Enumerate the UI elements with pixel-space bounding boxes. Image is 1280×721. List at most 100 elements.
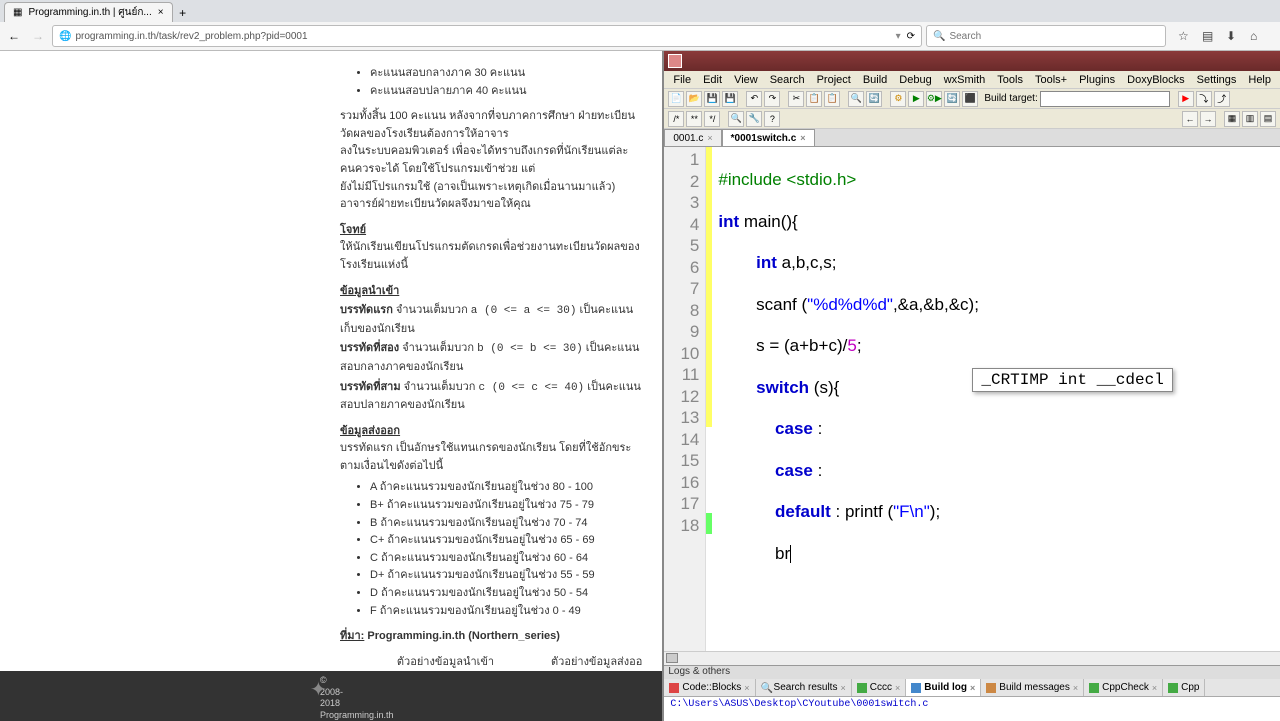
toolbar-right: ☆ ▤ ⬇ ⌂ (1170, 29, 1274, 43)
menu-debug[interactable]: Debug (894, 73, 936, 87)
editor-tab-0001[interactable]: 0001.c× (664, 129, 721, 146)
cut-icon[interactable]: ✂ (788, 91, 804, 107)
browser-chrome: ▦ Programming.in.th | ศูนย์ก... × + ← → … (0, 0, 1280, 51)
menu-settings[interactable]: Settings (1192, 73, 1242, 87)
menu-build[interactable]: Build (858, 73, 892, 87)
search-input[interactable] (949, 31, 1159, 42)
copy-icon[interactable]: 📋 (806, 91, 822, 107)
comment3-icon[interactable]: */ (704, 111, 720, 127)
redo-icon[interactable]: ↷ (764, 91, 780, 107)
close-icon[interactable]: × (800, 133, 805, 143)
toolbar-2: /* ** */ 🔍 🔧 ? ← → ▦ ▥ ▤ (664, 109, 1280, 129)
undo-icon[interactable]: ↶ (746, 91, 762, 107)
log-tab-search[interactable]: 🔍Search results× (756, 679, 852, 696)
page-content: คะแนนสอบกลางภาค 30 คะแนน คะแนนสอบปลายภาค… (0, 51, 662, 721)
paragraph: ลงในระบบคอมพิวเตอร์ เพื่อจะได้ทราบถึงเกร… (340, 143, 642, 178)
dropdown-icon[interactable]: ▾ (896, 31, 901, 42)
save-all-icon[interactable]: 💾 (722, 91, 738, 107)
back-button[interactable]: ← (4, 26, 24, 46)
abort-icon[interactable]: ⬛ (962, 91, 978, 107)
menu-tools[interactable]: Tools (992, 73, 1028, 87)
input-spec: บรรทัดที่สาม จำนวนเต็มบวก c (0 <= c <= 4… (340, 379, 642, 415)
search-bar[interactable]: 🔍 (926, 25, 1166, 47)
open-icon[interactable]: 📂 (686, 91, 702, 107)
logs-header[interactable]: Logs & others (664, 665, 1280, 679)
example-output-heading: ตัวอย่างข้อมูลส่งออ (551, 654, 642, 672)
find-icon[interactable]: 🔍 (848, 91, 864, 107)
menu-doxyblocks[interactable]: DoxyBlocks (1122, 73, 1189, 87)
footer-logo: ✦ (310, 677, 327, 703)
grade-list: A ถ้าคะแนนรวมของนักเรียนอยู่ในช่วง 80 - … (340, 479, 642, 620)
home-icon[interactable]: ⌂ (1250, 29, 1266, 43)
build-log-output: C:\Users\ASUS\Desktop\CYoutube\0001switc… (664, 697, 1280, 721)
browser-tab[interactable]: ▦ Programming.in.th | ศูนย์ก... × (4, 2, 173, 22)
input-spec: บรรทัดที่สอง จำนวนเต็มบวก b (0 <= b <= 3… (340, 340, 642, 376)
example-input-heading: ตัวอย่างข้อมูลนำเข้า (340, 654, 551, 672)
build-icon[interactable]: ⚙ (890, 91, 906, 107)
menu-toolsplus[interactable]: Tools+ (1030, 73, 1072, 87)
grade-item: C ถ้าคะแนนรวมของนักเรียนอยู่ในช่วง 60 - … (370, 550, 642, 568)
log-tab-buildlog[interactable]: Build log× (906, 679, 981, 696)
star-icon[interactable]: ☆ (1178, 29, 1194, 43)
url-text: programming.in.th/task/rev2_problem.php?… (75, 31, 895, 42)
debug-next-icon[interactable]: ⤴ (1214, 91, 1230, 107)
menu-plugins[interactable]: Plugins (1074, 73, 1120, 87)
nav-fwd-icon[interactable]: → (1200, 111, 1216, 127)
log-tab-cccc[interactable]: Cccc× (852, 679, 907, 696)
autocomplete-tooltip: _CRTIMP int __cdecl (972, 368, 1172, 392)
help-icon[interactable]: ? (764, 111, 780, 127)
debug-step-icon[interactable]: ⤵ (1196, 91, 1212, 107)
nav-back-icon[interactable]: ← (1182, 111, 1198, 127)
code-editor[interactable]: 123456789101112131415161718 #include <st… (664, 147, 1280, 651)
search-icon: 🔍 (933, 31, 945, 42)
log-tabs: Code::Blocks× 🔍Search results× Cccc× Bui… (664, 679, 1280, 697)
download-icon[interactable]: ⬇ (1226, 29, 1242, 43)
paragraph: ยังไม่มีโปรแกรมใช้ (อาจเป็นเพราะเหตุเกิด… (340, 179, 642, 214)
comment2-icon[interactable]: ** (686, 111, 702, 127)
debug-run-icon[interactable]: ▶ (1178, 91, 1194, 107)
build-run-icon[interactable]: ⚙▶ (926, 91, 942, 107)
close-icon[interactable]: × (707, 133, 712, 143)
editor-tabs: 0001.c× *0001switch.c× (664, 129, 1280, 147)
reload-icon[interactable]: ⟳ (907, 31, 915, 42)
comment-icon[interactable]: /* (668, 111, 684, 127)
log-tab-codeblocks[interactable]: Code::Blocks× (664, 679, 755, 696)
horizontal-scrollbar[interactable] (664, 651, 1280, 665)
log-tab-cpp[interactable]: Cpp (1163, 679, 1205, 696)
menu-file[interactable]: File (668, 73, 696, 87)
save-icon[interactable]: 💾 (704, 91, 720, 107)
replace-icon[interactable]: 🔄 (866, 91, 882, 107)
grade-item: C+ ถ้าคะแนนรวมของนักเรียนอยู่ในช่วง 65 -… (370, 532, 642, 550)
grade-item: D+ ถ้าคะแนนรวมของนักเรียนอยู่ในช่วง 55 -… (370, 567, 642, 585)
source-value: Programming.in.th (Northern_series) (367, 630, 560, 642)
close-icon[interactable]: × (158, 7, 164, 18)
run-icon[interactable]: ▶ (908, 91, 924, 107)
library-icon[interactable]: ▤ (1202, 29, 1218, 43)
menu-edit[interactable]: Edit (698, 73, 727, 87)
menu-project[interactable]: Project (812, 73, 856, 87)
page-footer: ✦ © 2008-2018 Programming.in.th Developm… (0, 671, 662, 721)
layout-icon[interactable]: ▦ (1224, 111, 1240, 127)
new-tab-button[interactable]: + (173, 4, 193, 22)
menu-help[interactable]: Help (1243, 73, 1276, 87)
editor-tab-0001switch[interactable]: *0001switch.c× (722, 129, 815, 146)
layout2-icon[interactable]: ▥ (1242, 111, 1258, 127)
forward-button[interactable]: → (28, 26, 48, 46)
zoom-icon[interactable]: 🔍 (728, 111, 744, 127)
scrollbar-thumb[interactable] (666, 653, 678, 663)
menu-search[interactable]: Search (765, 73, 810, 87)
code-area[interactable]: #include <stdio.h> int main(){ int a,b,c… (712, 147, 985, 651)
log-tab-cppcheck[interactable]: CppCheck× (1084, 679, 1163, 696)
layout3-icon[interactable]: ▤ (1260, 111, 1276, 127)
url-bar[interactable]: 🌐 programming.in.th/task/rev2_problem.ph… (52, 25, 922, 47)
log-tab-buildmsg[interactable]: Build messages× (981, 679, 1084, 696)
build-target-dropdown[interactable] (1040, 91, 1170, 107)
window-titlebar[interactable] (664, 51, 1280, 71)
menu-view[interactable]: View (729, 73, 763, 87)
paste-icon[interactable]: 📋 (824, 91, 840, 107)
menu-wxsmith[interactable]: wxSmith (939, 73, 991, 87)
tab-favicon: ▦ (13, 7, 22, 18)
new-file-icon[interactable]: 📄 (668, 91, 684, 107)
rebuild-icon[interactable]: 🔄 (944, 91, 960, 107)
tool-icon[interactable]: 🔧 (746, 111, 762, 127)
